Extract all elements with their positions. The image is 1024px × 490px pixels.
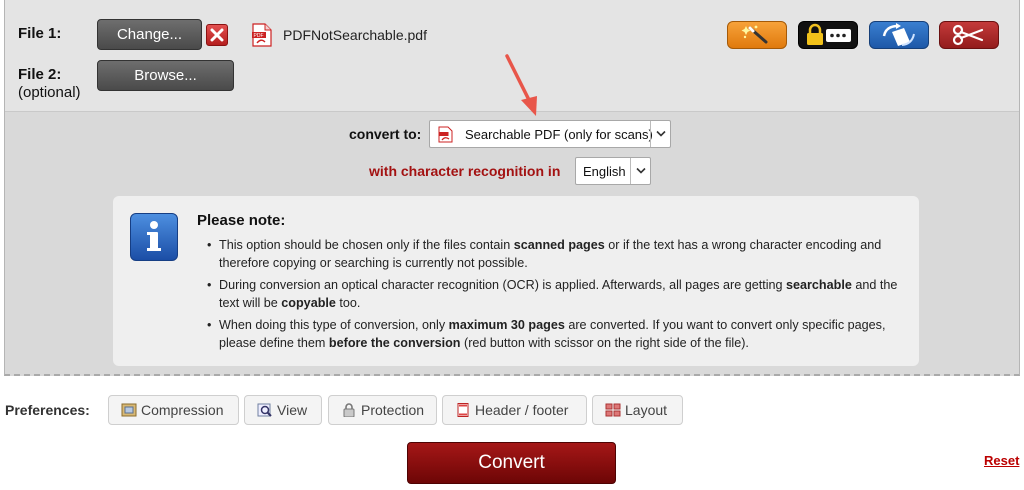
- header-footer-button[interactable]: Header / footer: [442, 395, 587, 425]
- reset-link[interactable]: Reset: [984, 453, 1019, 468]
- rotate-page-icon[interactable]: [869, 21, 929, 49]
- header-footer-icon: [457, 403, 469, 417]
- close-icon[interactable]: [206, 24, 228, 46]
- magnifier-icon: [257, 403, 272, 417]
- convert-to-label: convert to:: [349, 126, 422, 142]
- list-item: This option should be chosen only if the…: [203, 236, 903, 272]
- convert-button[interactable]: Convert: [407, 442, 616, 484]
- ocr-language-select[interactable]: English: [575, 157, 651, 185]
- layout-grid-icon: [605, 403, 621, 417]
- convert-format-value: Searchable PDF (only for scans): [465, 127, 653, 142]
- selected-file-name: PDFNotSearchable.pdf: [283, 27, 427, 43]
- please-note-box: Please note: This option should be chose…: [113, 196, 919, 366]
- pdf-file-icon: [438, 126, 453, 143]
- ocr-language-label: with character recognition in: [369, 163, 561, 179]
- note-list: This option should be chosen only if the…: [203, 236, 903, 356]
- conversion-panel: File 1: Change... PDF PDFNotSearchable.p…: [4, 0, 1020, 376]
- chevron-down-icon[interactable]: [650, 121, 670, 147]
- list-item: During conversion an optical character r…: [203, 276, 903, 312]
- compression-button[interactable]: Compression: [108, 395, 239, 425]
- pdf-file-icon: PDF: [251, 23, 273, 47]
- convert-format-select[interactable]: Searchable PDF (only for scans): [429, 120, 671, 148]
- file2-optional-label: (optional): [18, 84, 81, 101]
- list-item: When doing this type of conversion, only…: [203, 316, 903, 352]
- view-button[interactable]: View: [244, 395, 322, 425]
- password-lock-icon[interactable]: [798, 21, 858, 49]
- note-title: Please note:: [197, 212, 286, 229]
- file2-label: File 2:: [18, 66, 62, 83]
- protection-button[interactable]: Protection: [328, 395, 437, 425]
- info-icon: [130, 213, 178, 261]
- browse-file-button[interactable]: Browse...: [97, 60, 234, 91]
- lock-icon: [343, 403, 355, 417]
- magic-wand-icon[interactable]: [727, 21, 787, 49]
- scissors-icon[interactable]: [939, 21, 999, 49]
- compression-icon: [121, 403, 137, 417]
- ocr-language-value: English: [583, 164, 626, 179]
- change-file-button[interactable]: Change...: [97, 19, 202, 50]
- preferences-label: Preferences:: [5, 402, 90, 418]
- file1-label: File 1:: [18, 25, 62, 42]
- layout-button[interactable]: Layout: [592, 395, 683, 425]
- annotation-arrow-icon: [505, 54, 537, 116]
- chevron-down-icon[interactable]: [630, 158, 650, 184]
- svg-text:PDF: PDF: [254, 33, 264, 39]
